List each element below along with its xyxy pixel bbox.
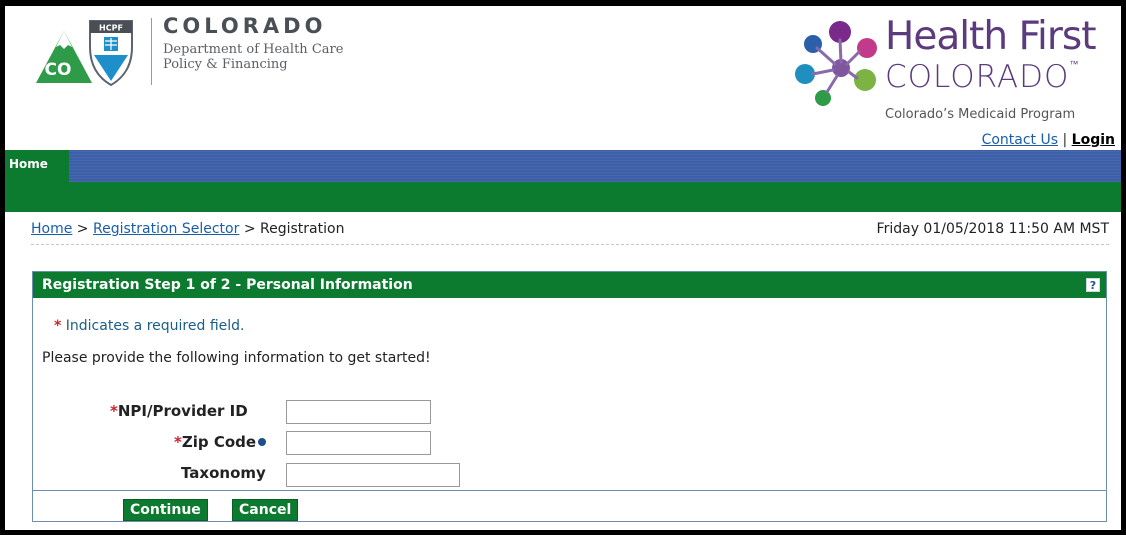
breadcrumb: Home > Registration Selector > Registrat… xyxy=(31,221,344,237)
required-field-note: * Indicates a required field. xyxy=(54,318,244,334)
breadcrumb-divider xyxy=(31,244,1109,245)
breadcrumb-registration-selector[interactable]: Registration Selector xyxy=(93,221,239,237)
help-icon[interactable]: ? xyxy=(1086,278,1100,292)
nav-tab-home[interactable]: Home xyxy=(5,150,69,182)
links-separator: | xyxy=(1062,132,1068,148)
breadcrumb-separator: > xyxy=(243,221,256,237)
required-star: * xyxy=(174,433,182,451)
taxonomy-label: Taxonomy xyxy=(181,464,266,482)
taxonomy-input[interactable] xyxy=(286,463,460,487)
department-line-2: Policy & Financing xyxy=(163,57,288,72)
department-name: Department of Health Care Policy & Finan… xyxy=(163,42,383,72)
zip-code-label-text: Zip Code xyxy=(181,433,257,451)
program-state-text: COLORADO xyxy=(885,59,1070,95)
hcpf-logo-text: HCPF xyxy=(99,24,123,33)
hcpf-logo: HCPF CO xyxy=(36,20,133,87)
trademark-mark: ™ xyxy=(1069,60,1079,70)
site-header: HCPF CO COLORADO Department of Health Ca… xyxy=(5,6,1121,150)
main-nav: Home xyxy=(5,150,1121,182)
sub-nav-bar xyxy=(5,182,1121,212)
health-first-logo xyxy=(795,21,877,106)
contact-us-link[interactable]: Contact Us xyxy=(982,132,1058,148)
registration-panel: Registration Step 1 of 2 - Personal Info… xyxy=(32,271,1107,522)
continue-button[interactable]: Continue xyxy=(123,499,208,521)
current-datetime: Friday 01/05/2018 11:50 AM MST xyxy=(876,221,1109,237)
panel-divider xyxy=(33,490,1106,491)
required-note-text: Indicates a required field. xyxy=(65,318,245,334)
page-frame: HCPF CO COLORADO Department of Health Ca… xyxy=(0,0,1126,535)
program-state: COLORADO™ xyxy=(885,59,1078,95)
intro-text: Please provide the following information… xyxy=(42,350,431,366)
department-line-1: Department of Health Care xyxy=(163,42,344,57)
required-star: * xyxy=(110,402,118,420)
program-title: Health First xyxy=(885,14,1097,59)
required-star: * xyxy=(54,318,62,334)
program-subtitle: Colorado’s Medicaid Program xyxy=(885,107,1076,122)
header-divider xyxy=(151,18,152,85)
top-links: Contact Us | Login xyxy=(982,132,1115,148)
panel-title: Registration Step 1 of 2 - Personal Info… xyxy=(33,272,1106,298)
state-name: COLORADO xyxy=(163,14,327,38)
zip-code-input[interactable] xyxy=(286,431,431,455)
breadcrumb-home[interactable]: Home xyxy=(31,221,72,237)
zip-code-label: *Zip Code xyxy=(174,433,267,451)
npi-label-text: NPI/Provider ID xyxy=(117,402,248,420)
panel-title-text: Registration Step 1 of 2 - Personal Info… xyxy=(42,277,413,293)
npi-label: *NPI/Provider ID xyxy=(110,402,248,420)
cancel-button[interactable]: Cancel xyxy=(232,499,299,521)
breadcrumb-separator: > xyxy=(76,221,89,237)
npi-provider-id-input[interactable] xyxy=(286,400,431,424)
breadcrumb-current: Registration xyxy=(260,221,345,237)
login-link[interactable]: Login xyxy=(1072,132,1115,148)
co-badge-text: CO xyxy=(45,60,72,80)
info-icon[interactable] xyxy=(258,437,267,446)
